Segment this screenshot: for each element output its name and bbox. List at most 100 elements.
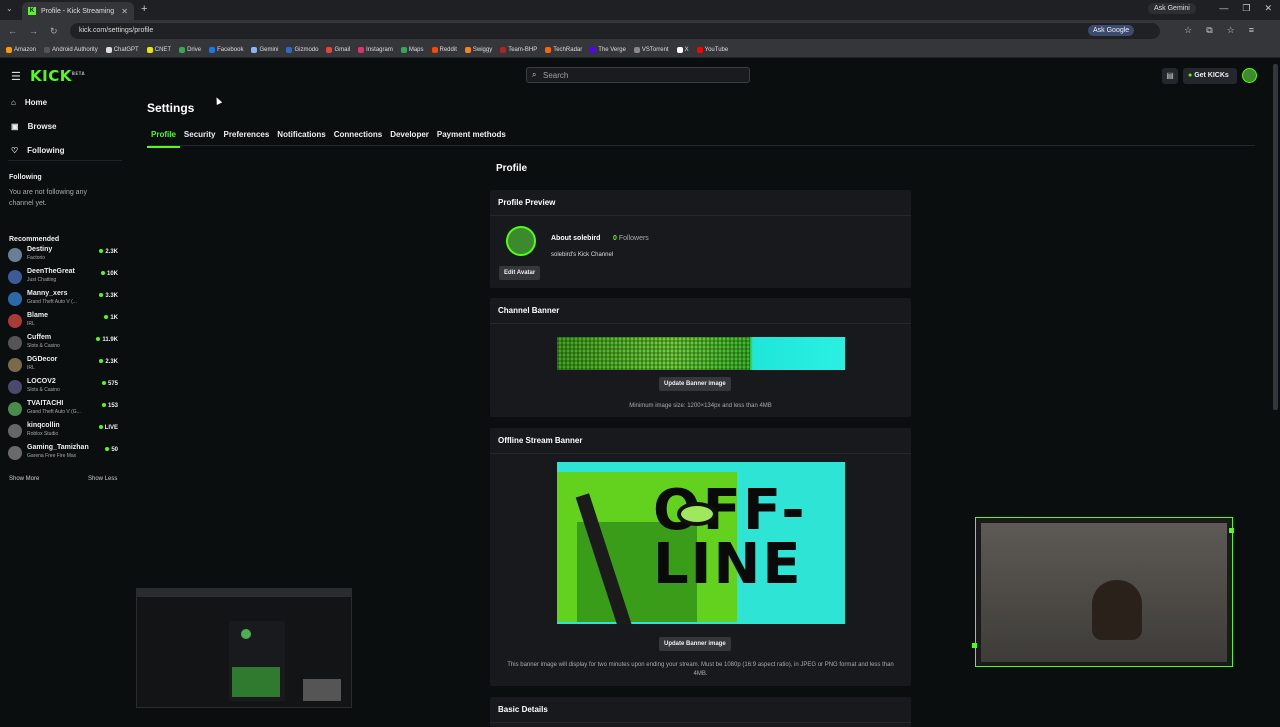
url-field[interactable]: kick.com/settings/profile — [70, 23, 1160, 39]
channel-name: Destiny — [27, 246, 53, 253]
sidebar-divider — [8, 160, 122, 161]
channel-banner-heading: Channel Banner — [490, 298, 911, 324]
browser-tab-strip: ⌄ K Profile - Kick Streaming ✕ + Ask Gem… — [0, 0, 1280, 20]
offline-banner-note: This banner image will display for two m… — [507, 662, 894, 677]
channel-name: Manny_xers — [27, 290, 68, 297]
channel-name: TVAITACHI — [27, 400, 64, 407]
get-kicks-button[interactable]: ● Get KICKs — [1183, 68, 1237, 84]
bookmark-item[interactable]: VSTorrent — [633, 46, 669, 53]
bookmark-favicon-icon — [464, 46, 471, 53]
bookmark-item[interactable]: Team-BHP — [500, 46, 537, 53]
channel-avatar — [8, 314, 22, 328]
close-tab-icon[interactable]: ✕ — [121, 7, 128, 16]
recommended-channel[interactable]: Blame IRL 1K — [8, 312, 120, 332]
show-less-link[interactable]: Show Less — [88, 476, 117, 482]
recommended-channel[interactable]: Gaming_Tamizhan Garena Free Fire Max 50 — [8, 444, 120, 464]
bookmark-label: Gmail — [334, 46, 351, 53]
bookmark-item[interactable]: Facebook — [209, 46, 243, 53]
bookmark-item[interactable]: Gizmodo — [286, 46, 318, 53]
bookmark-item[interactable]: Gmail — [326, 46, 351, 53]
bookmark-item[interactable]: YouTube — [696, 46, 728, 53]
close-window-icon[interactable]: ✕ — [1264, 3, 1272, 14]
kick-logo[interactable]: KICKBETA — [30, 67, 85, 85]
extensions-icon[interactable]: ⧉ — [1206, 25, 1212, 36]
channel-name: LOCOV2 — [27, 378, 56, 385]
viewer-count: 2.3K — [99, 249, 118, 255]
channel-avatar — [8, 248, 22, 262]
channel-avatar — [8, 402, 22, 416]
browser-tab-active[interactable]: K Profile - Kick Streaming ✕ — [22, 2, 134, 20]
bookmark-item[interactable]: The Verge — [590, 46, 626, 53]
bookmark-favicon-icon — [500, 46, 507, 53]
recommended-channel[interactable]: Manny_xers Grand Theft Auto V (... 3.3K — [8, 290, 120, 310]
recommended-channel[interactable]: DeenTheGreat Just Chatting 10K — [8, 268, 120, 288]
bookmark-favicon-icon — [146, 46, 153, 53]
search-input[interactable]: ⌕ Search — [526, 67, 750, 83]
reload-icon[interactable]: ↻ — [50, 26, 58, 37]
update-channel-banner-button[interactable]: Update Banner image — [659, 377, 731, 391]
channel-category: Just Chatting — [27, 277, 57, 283]
sidebar-item-following[interactable]: ♡ Following — [11, 146, 65, 155]
bookmark-label: X — [684, 46, 689, 53]
reading-list-icon[interactable]: ≡ — [1249, 25, 1254, 36]
sidebar-item-label: Home — [24, 98, 48, 107]
update-offline-banner-button[interactable]: Update Banner image — [659, 637, 731, 651]
tab-search-icon[interactable]: ⌄ — [6, 4, 13, 13]
ask-gemini-button[interactable]: Ask Gemini — [1148, 3, 1196, 14]
recommended-channel[interactable]: Cuffem Slots & Casino 11.9K — [8, 334, 120, 354]
bookmark-item[interactable]: Drive — [179, 46, 201, 53]
recommended-channel[interactable]: TVAITACHI Grand Theft Auto V (G... 153 — [8, 400, 120, 420]
minimize-icon[interactable]: — — [1219, 3, 1228, 14]
forward-icon[interactable]: → — [29, 26, 38, 37]
bookmark-favicon-icon — [400, 46, 407, 53]
menu-icon[interactable]: ☰ — [11, 70, 21, 83]
bookmark-item[interactable]: Android Authority — [44, 46, 98, 53]
bookmark-label: VSTorrent — [641, 46, 669, 53]
bookmark-item[interactable]: Maps — [400, 46, 424, 53]
user-avatar[interactable] — [1242, 68, 1257, 83]
recommended-channel[interactable]: kinqcollin Roblox Studio LIVE — [8, 422, 120, 442]
restore-icon[interactable]: ❐ — [1242, 3, 1250, 14]
address-bar: ← → ↻ kick.com/settings/profile Ask Goog… — [0, 20, 1280, 56]
ask-google-button[interactable]: Ask Google — [1088, 25, 1135, 36]
bookmark-item[interactable]: Instagram — [358, 46, 393, 53]
show-more-link[interactable]: Show More — [9, 476, 39, 482]
bookmark-star-icon[interactable]: ☆ — [1184, 25, 1192, 36]
bookmark-item[interactable]: Gemini — [251, 46, 278, 53]
section-title: Profile — [496, 163, 528, 174]
kicks-coin-icon: ● — [1188, 72, 1193, 79]
bookmark-label: Swiggy — [472, 46, 493, 53]
profile-preview-heading: Profile Preview — [490, 190, 911, 216]
bookmark-label: Amazon — [14, 46, 37, 53]
bookmark-item[interactable]: ChatGPT — [105, 46, 139, 53]
page-scrollbar[interactable] — [1273, 64, 1278, 410]
channel-name: Blame — [27, 312, 49, 319]
back-icon[interactable]: ← — [8, 26, 17, 37]
viewer-count: 2.3K — [99, 359, 118, 365]
sidebar-item-browse[interactable]: ▣ Browse — [11, 122, 56, 131]
bookmark-item[interactable]: X — [676, 46, 689, 53]
channel-avatar — [8, 424, 22, 438]
channel-category: Factorio — [27, 255, 46, 261]
bookmark-item[interactable]: CNET — [146, 46, 171, 53]
bookmark-label: Android Authority — [52, 46, 98, 53]
new-tab-icon[interactable]: + — [141, 3, 147, 15]
bookmark-item[interactable]: Reddit — [431, 46, 457, 53]
bookmark-label: Reddit — [439, 46, 457, 53]
recommended-channel[interactable]: LOCOV2 Slots & Casino 575 — [8, 378, 120, 398]
recommended-channel[interactable]: DGDecor IRL 2.3K — [8, 356, 120, 376]
bookmark-favicon-icon — [326, 46, 333, 53]
bookmark-favicon-icon — [545, 46, 552, 53]
dashboard-icon[interactable]: ▤ — [1162, 68, 1178, 84]
edit-avatar-button[interactable]: Edit Avatar — [499, 266, 541, 280]
viewer-count: 3.3K — [99, 293, 118, 299]
bookmark-item[interactable]: Swiggy — [464, 46, 493, 53]
starred-icon[interactable]: ☆ — [1227, 25, 1235, 36]
bookmark-item[interactable]: TechRadar — [545, 46, 582, 53]
sidebar-item-home[interactable]: ⌂ Home — [11, 98, 47, 107]
bookmark-label: ChatGPT — [113, 46, 139, 53]
channel-name: DGDecor — [27, 356, 58, 363]
recommended-channel[interactable]: Destiny Factorio 2.3K — [8, 246, 120, 266]
search-icon: ⌕ — [532, 70, 537, 79]
bookmark-item[interactable]: Amazon — [6, 46, 37, 53]
